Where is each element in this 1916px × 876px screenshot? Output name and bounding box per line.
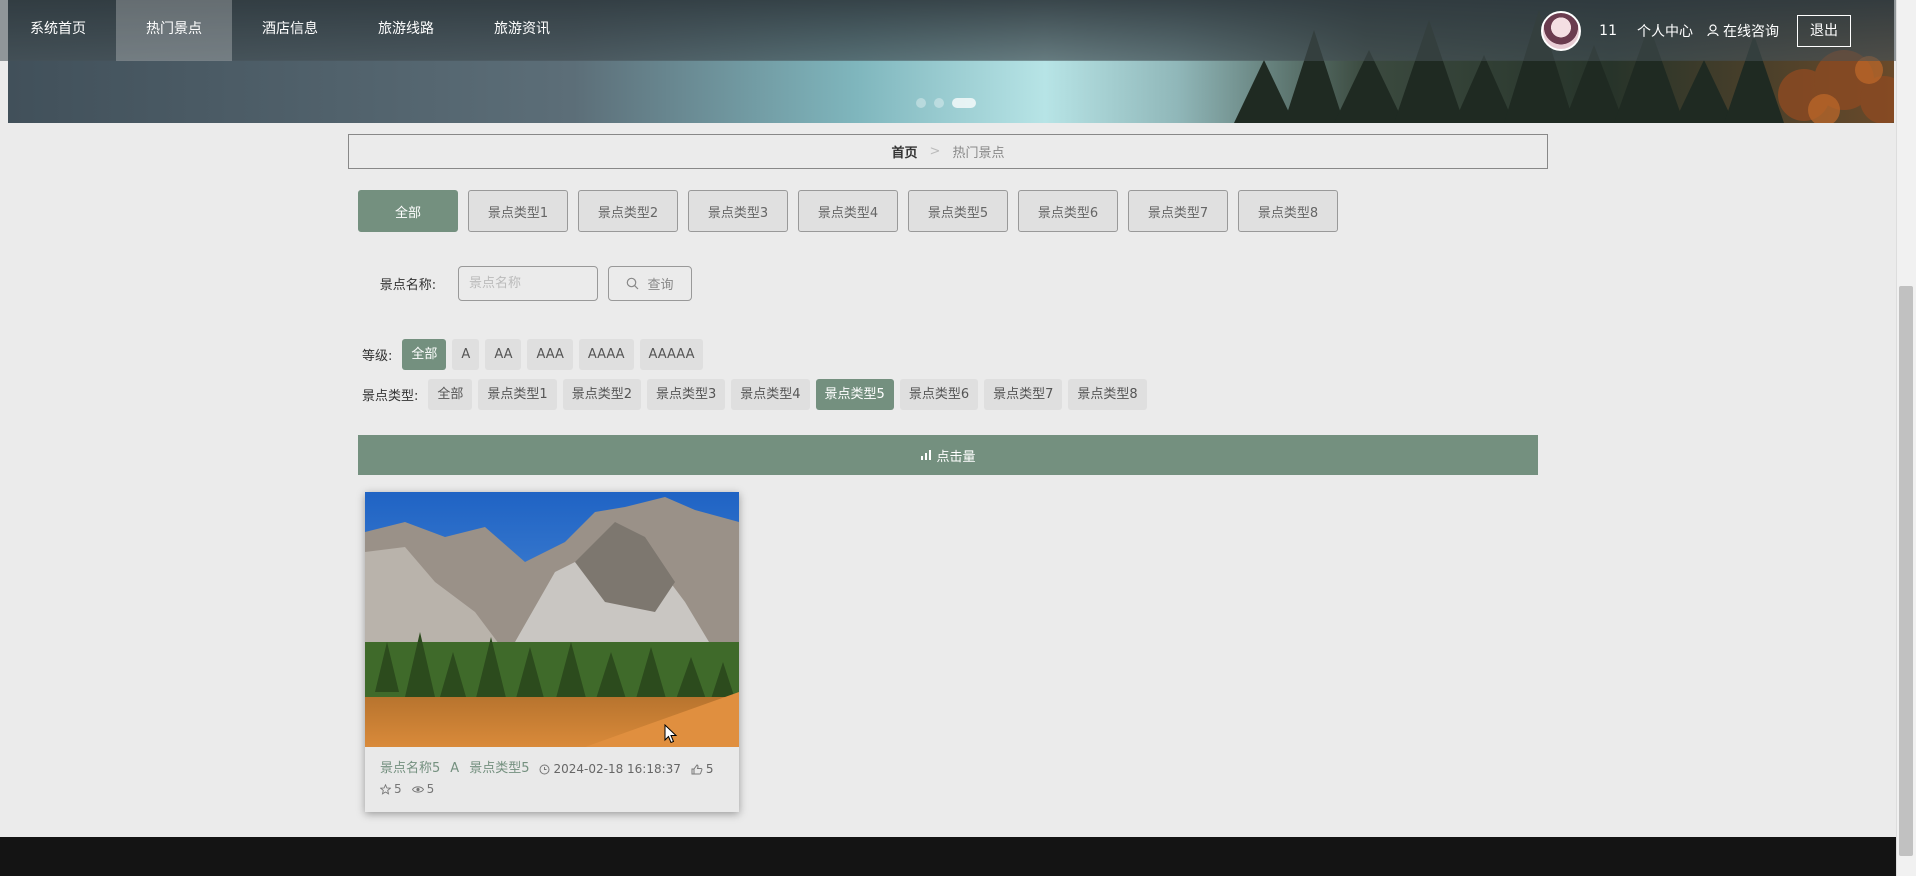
search-input[interactable] bbox=[458, 266, 598, 301]
type-chip[interactable]: 景点类型4 bbox=[731, 379, 810, 410]
bar-chart-icon bbox=[921, 450, 932, 460]
online-consult-link[interactable]: 在线咨询 bbox=[1707, 21, 1779, 41]
online-consult-label: 在线咨询 bbox=[1723, 23, 1779, 40]
user-area: 11 个人中心 在线咨询 退出 bbox=[1541, 0, 1896, 61]
mountain-landscape-image bbox=[365, 492, 739, 747]
category-button[interactable]: 景点类型5 bbox=[908, 190, 1008, 232]
attraction-favorites-count: 5 bbox=[394, 782, 402, 796]
category-button[interactable]: 景点类型3 bbox=[688, 190, 788, 232]
grade-chip[interactable]: AA bbox=[485, 339, 522, 370]
nav-item-hotels[interactable]: 酒店信息 bbox=[232, 0, 348, 61]
eye-icon bbox=[411, 785, 424, 793]
attraction-time-value: 2024-02-18 16:18:37 bbox=[553, 762, 681, 776]
type-chip-selected[interactable]: 景点类型5 bbox=[815, 379, 894, 410]
grade-chip[interactable]: A bbox=[452, 339, 480, 370]
grade-chip-all[interactable]: 全部 bbox=[402, 339, 447, 370]
attraction-type: 景点类型5 bbox=[469, 761, 530, 776]
nav-item-news[interactable]: 旅游资讯 bbox=[464, 0, 580, 61]
search-button[interactable]: 查询 bbox=[608, 266, 692, 301]
category-button-all[interactable]: 全部 bbox=[358, 190, 458, 232]
nav-item-attractions[interactable]: 热门景点 bbox=[116, 0, 232, 61]
username: 11 bbox=[1599, 22, 1617, 39]
type-filter-label: 景点类型: bbox=[362, 389, 419, 404]
category-tabs: 全部 景点类型1 景点类型2 景点类型3 景点类型4 景点类型5 景点类型6 景… bbox=[358, 190, 1338, 232]
clock-icon bbox=[539, 764, 550, 774]
scrollbar-thumb[interactable] bbox=[1899, 286, 1913, 856]
attraction-meta: 景点名称5 A 景点类型5 2024-02-18 16:18:37 5 5 5 bbox=[365, 747, 739, 799]
category-button[interactable]: 景点类型4 bbox=[798, 190, 898, 232]
breadcrumb-separator: > bbox=[929, 144, 941, 159]
user-icon bbox=[1707, 24, 1719, 37]
attraction-favorites: 5 bbox=[380, 779, 402, 799]
scrollbar[interactable] bbox=[1896, 0, 1916, 876]
attraction-likes-count: 5 bbox=[705, 762, 714, 776]
category-button[interactable]: 景点类型2 bbox=[578, 190, 678, 232]
type-chip-all[interactable]: 全部 bbox=[428, 379, 473, 410]
banner-dot[interactable] bbox=[916, 98, 926, 108]
type-filter: 景点类型: 全部 景点类型1 景点类型2 景点类型3 景点类型4 景点类型5 景… bbox=[362, 379, 1147, 410]
search-icon bbox=[627, 277, 639, 290]
type-chip[interactable]: 景点类型3 bbox=[646, 379, 726, 410]
nav-item-home[interactable]: 系统首页 bbox=[0, 0, 116, 61]
sort-by-clicks-button[interactable]: 点击量 bbox=[358, 435, 1538, 475]
attraction-image[interactable] bbox=[365, 492, 739, 747]
thumbs-up-icon bbox=[691, 763, 703, 774]
attraction-likes: 5 bbox=[691, 759, 714, 779]
grade-chip[interactable]: AAAAA bbox=[639, 339, 704, 370]
banner-pagination bbox=[916, 98, 976, 108]
breadcrumb: 首页 > 热门景点 bbox=[348, 134, 1548, 169]
search-button-label: 查询 bbox=[647, 278, 674, 293]
banner-dot[interactable] bbox=[934, 98, 944, 108]
mouse-cursor-icon bbox=[664, 724, 678, 744]
search-label: 景点名称: bbox=[379, 278, 437, 293]
search-bar: 景点名称: 查询 bbox=[358, 266, 692, 301]
type-chip[interactable]: 景点类型8 bbox=[1068, 379, 1147, 410]
type-chip[interactable]: 景点类型1 bbox=[478, 379, 557, 410]
category-button[interactable]: 景点类型8 bbox=[1238, 190, 1338, 232]
nav-menu: 系统首页 热门景点 酒店信息 旅游线路 旅游资讯 bbox=[0, 0, 580, 61]
attraction-card[interactable]: 景点名称5 A 景点类型5 2024-02-18 16:18:37 5 5 5 bbox=[365, 492, 739, 812]
breadcrumb-home[interactable]: 首页 bbox=[892, 142, 918, 161]
type-chip[interactable]: 景点类型2 bbox=[562, 379, 641, 410]
nav-item-routes[interactable]: 旅游线路 bbox=[348, 0, 464, 61]
grade-filter-label: 等级: bbox=[362, 349, 393, 364]
grade-chip[interactable]: AAA bbox=[527, 339, 573, 370]
attraction-grade: A bbox=[450, 761, 460, 776]
footer bbox=[0, 837, 1896, 876]
type-chip[interactable]: 景点类型6 bbox=[899, 379, 979, 410]
category-button[interactable]: 景点类型1 bbox=[468, 190, 568, 232]
attraction-name: 景点名称5 bbox=[380, 761, 441, 776]
type-chip[interactable]: 景点类型7 bbox=[984, 379, 1063, 410]
grade-chip[interactable]: AAAA bbox=[578, 339, 634, 370]
user-center-link[interactable]: 个人中心 bbox=[1637, 21, 1693, 41]
attraction-views: 5 bbox=[411, 779, 435, 799]
category-button[interactable]: 景点类型6 bbox=[1018, 190, 1118, 232]
avatar[interactable] bbox=[1541, 10, 1582, 51]
attraction-time: 2024-02-18 16:18:37 bbox=[539, 759, 681, 779]
banner-dot-active[interactable] bbox=[952, 98, 976, 108]
logout-button[interactable]: 退出 bbox=[1797, 14, 1851, 47]
breadcrumb-current: 热门景点 bbox=[952, 146, 1005, 161]
star-icon bbox=[380, 783, 391, 795]
category-button[interactable]: 景点类型7 bbox=[1128, 190, 1228, 232]
sort-label: 点击量 bbox=[936, 449, 976, 465]
top-navigation: 系统首页 热门景点 酒店信息 旅游线路 旅游资讯 11 个人中心 在线咨询 退出 bbox=[0, 0, 1896, 61]
grade-filter: 等级: 全部 A AA AAA AAAA AAAAA bbox=[362, 339, 704, 370]
attraction-views-count: 5 bbox=[426, 782, 435, 796]
